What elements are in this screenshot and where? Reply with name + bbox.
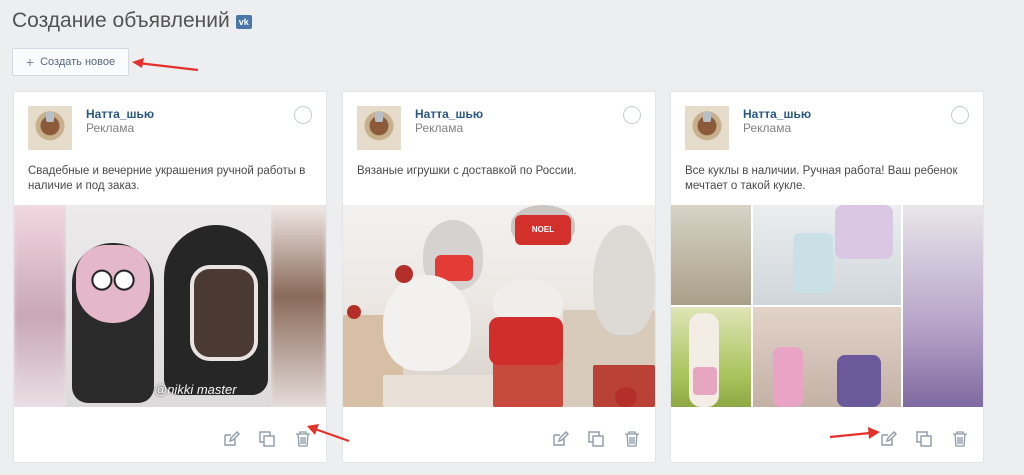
avatar[interactable] [28,106,72,150]
ad-description: Вязаные игрушки с доставкой по России. [357,165,577,177]
annotation-arrow-icon [132,58,199,72]
annotation-arrow-icon [307,424,350,443]
edit-icon[interactable] [222,430,240,448]
ad-label: Реклама [415,121,464,135]
trash-icon[interactable] [951,430,969,448]
vk-logo-icon: vk [235,15,252,29]
ad-card: Натта_шью Реклама Все куклы в наличии. Р… [670,91,984,463]
author-name[interactable]: Натта_шью [415,107,483,121]
image-watermark: @nikki master [154,382,237,397]
annotation-arrow-icon [829,427,880,439]
copy-icon[interactable] [258,430,276,448]
ad-card: Натта_шью Реклама Вязаные игрушки с дост… [342,91,656,463]
author-name[interactable]: Натта_шью [743,107,811,121]
ad-card: Натта_шью Реклама Свадебные и вечерние у… [13,91,327,463]
select-radio[interactable] [951,106,969,124]
ad-image: @nikki master [14,205,326,407]
avatar[interactable] [357,106,401,150]
create-new-button[interactable]: + Создать новое [12,48,129,76]
copy-icon[interactable] [915,430,933,448]
copy-icon[interactable] [587,430,605,448]
ad-description: Свадебные и вечерние украшения ручной ра… [28,165,306,192]
trash-icon[interactable] [623,430,641,448]
ad-image [671,205,983,407]
edit-icon[interactable] [551,430,569,448]
select-radio[interactable] [294,106,312,124]
select-radio[interactable] [623,106,641,124]
page-title-text: Создание объявлений [12,9,230,32]
create-new-label: Создать новое [40,56,116,68]
sweater-noel: NOEL [515,215,571,245]
ad-image: NOEL [343,205,655,407]
avatar[interactable] [685,106,729,150]
page-title: Создание объявлений vk [12,9,252,33]
author-name[interactable]: Натта_шью [86,107,154,121]
plus-icon: + [25,54,35,70]
ad-label: Реклама [743,121,792,135]
ad-label: Реклама [86,121,135,135]
ad-description: Все куклы в наличии. Ручная работа! Ваш … [685,165,958,192]
